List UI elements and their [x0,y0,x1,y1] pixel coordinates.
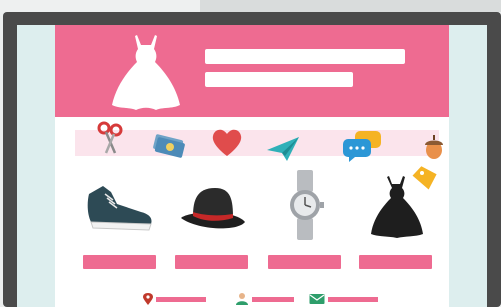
product-button[interactable] [359,255,432,269]
dress-icon [112,35,180,110]
hat-icon[interactable] [177,170,249,240]
acorn-icon[interactable] [423,133,445,161]
category-icon-band [75,130,439,156]
footer-email-placeholder [328,297,378,302]
product-button[interactable] [83,255,156,269]
web-page [55,25,449,307]
user-icon[interactable] [235,293,249,305]
monitor-frame [3,12,501,307]
mail-icon[interactable] [309,293,325,305]
paper-plane-icon[interactable] [265,135,301,163]
hero-headline-placeholder [205,49,405,64]
scissors-icon[interactable] [97,121,125,155]
background-shelf [200,0,501,12]
footer-contact-placeholder [252,297,294,302]
monitor-screen [17,25,487,307]
heart-icon[interactable] [211,128,243,158]
location-pin-icon[interactable] [142,293,154,305]
cash-icon[interactable] [152,133,186,159]
hero-banner[interactable] [55,25,449,117]
product-button[interactable] [175,255,248,269]
watch-icon[interactable] [269,170,341,240]
footer-address-placeholder [156,297,206,302]
price-tag-icon[interactable] [409,164,439,192]
hero-subline-placeholder [205,72,353,87]
sneaker-icon[interactable] [83,170,155,240]
product-button[interactable] [268,255,341,269]
chat-bubbles-icon[interactable] [341,129,383,163]
